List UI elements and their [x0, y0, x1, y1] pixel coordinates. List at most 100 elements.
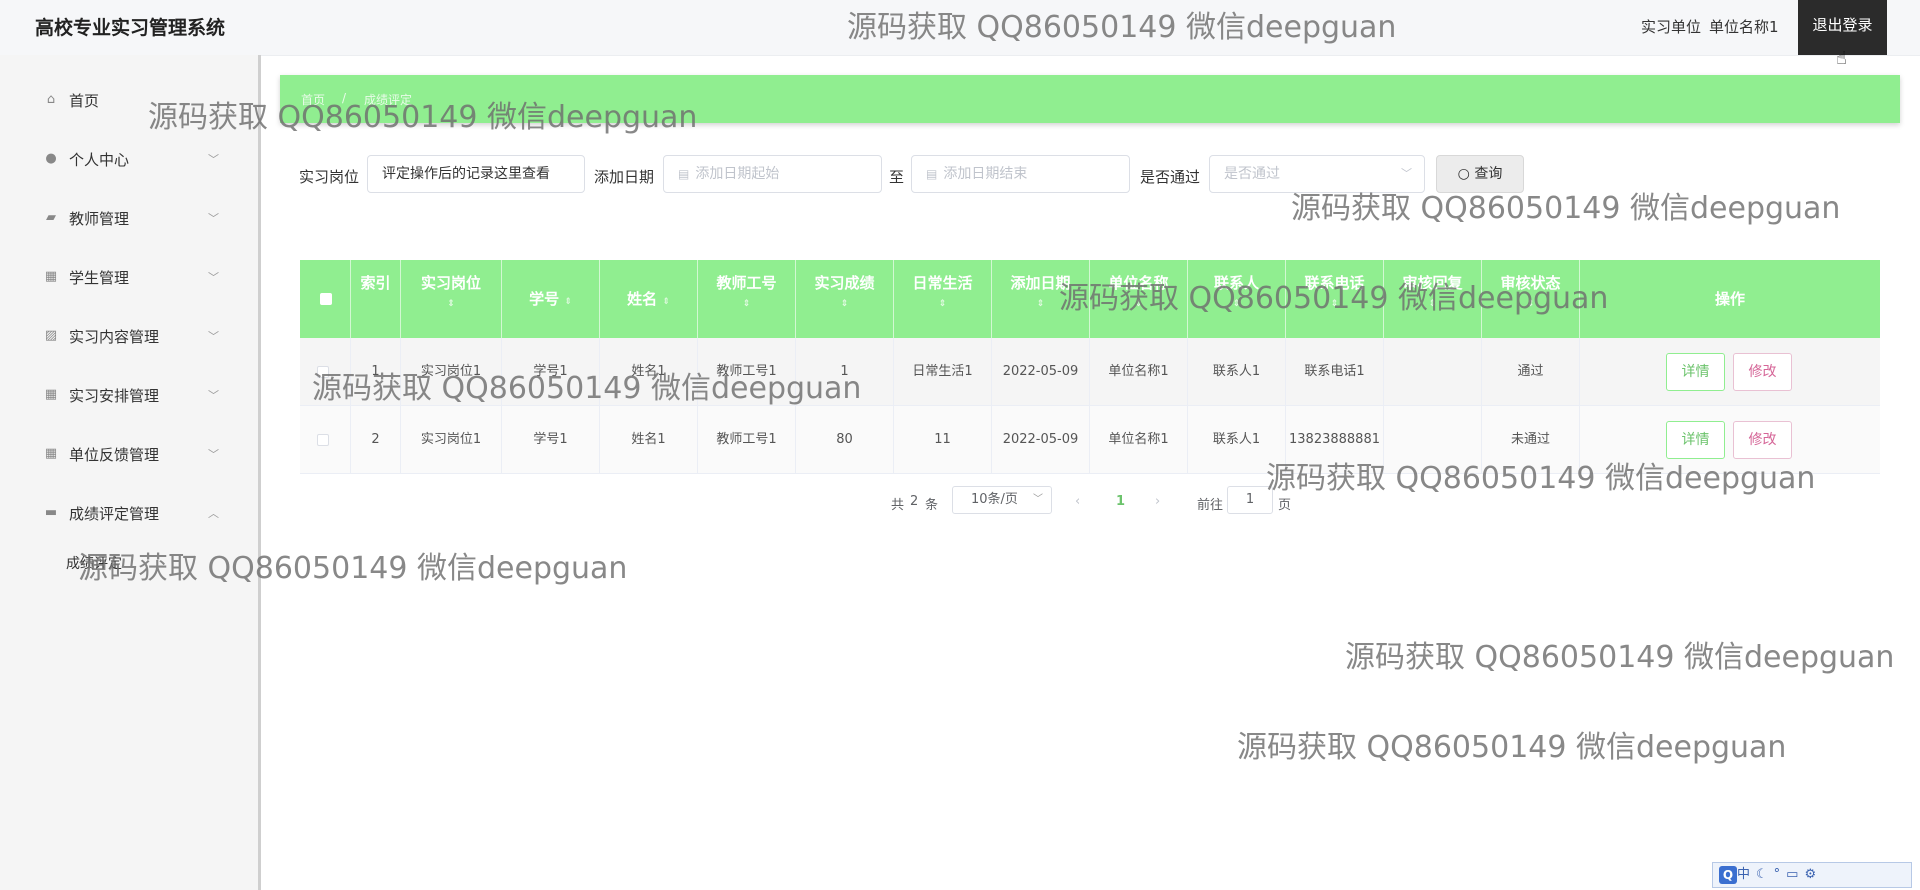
column-header-score[interactable]: 实习成绩 ⇕: [796, 260, 894, 338]
next-page-icon[interactable]: ›: [1155, 494, 1160, 509]
column-header-label: 联系人: [1213, 274, 1259, 292]
calendar-icon: ▤: [678, 167, 690, 181]
top-bar: 高校专业实习管理系统 实习单位 单位名称1 退出登录 ☝: [0, 0, 1920, 69]
detail-button[interactable]: 详情: [1666, 421, 1725, 459]
column-header-date[interactable]: 添加日期 ⇕: [992, 260, 1090, 338]
column-header-name[interactable]: 姓名 ⇕: [600, 260, 698, 338]
column-header-unit[interactable]: 单位名称 ⇕: [1090, 260, 1188, 338]
breadcrumb-home[interactable]: 首页: [301, 91, 325, 108]
column-header-phone[interactable]: 联系电话 ⇕: [1286, 260, 1384, 338]
sidebar-item-grading[interactable]: ▬ 成绩评定管理 ︿: [0, 493, 258, 533]
cell-date: 2022-05-09: [992, 406, 1090, 474]
sort-icon: ⇕: [662, 297, 670, 307]
cell-index: 2: [351, 406, 401, 474]
row-select-cell: [300, 338, 351, 406]
post-filter-input[interactable]: 评定操作后的记录这里查看: [367, 155, 585, 193]
date-filter-label: 添加日期: [594, 168, 655, 186]
edit-button[interactable]: 修改: [1733, 421, 1792, 459]
cell-status: 通过: [1482, 338, 1580, 406]
sidebar-item-label: 首页: [69, 91, 100, 110]
goto-page-input[interactable]: 1: [1227, 486, 1273, 514]
cell-post: 实习岗位1: [401, 338, 502, 406]
select-all-checkbox[interactable]: [320, 293, 332, 305]
page-size-select[interactable]: 10条/页 ﹀: [952, 486, 1052, 514]
page-number[interactable]: 1: [1116, 494, 1125, 509]
sidebar-subitem-grading[interactable]: 成绩评定: [66, 553, 122, 573]
column-header-ops: 操作: [1580, 260, 1880, 338]
sort-icon: ⇕: [1232, 299, 1241, 309]
pass-filter-label: 是否通过: [1140, 168, 1201, 186]
sidebar-item-feedback[interactable]: ▦ 单位反馈管理 ﹀: [0, 434, 258, 474]
cell-reply: [1384, 406, 1482, 474]
cell-post: 实习岗位1: [401, 406, 502, 474]
sort-icon: ⇕: [742, 299, 751, 309]
grid-icon: ▦: [44, 269, 58, 284]
column-header-student-no[interactable]: 学号 ⇕: [502, 260, 600, 338]
sidebar-item-label: 成绩评定管理: [69, 504, 160, 523]
breadcrumb-separator: /: [342, 91, 347, 105]
sidebar-item-label: 教师管理: [69, 209, 130, 228]
row-checkbox[interactable]: [317, 434, 329, 446]
user-role: 实习单位: [1641, 18, 1702, 36]
cell-student-no: 学号1: [502, 406, 600, 474]
cell-ops: [1580, 338, 1880, 406]
grid-icon: ▦: [44, 446, 58, 461]
ime-tool-icon: ⚙: [1804, 867, 1823, 882]
sort-icon: ⇕: [564, 297, 572, 307]
page-size-value: 10条/页: [971, 492, 1018, 507]
row-checkbox[interactable]: [317, 366, 329, 378]
select-all-cell: [300, 260, 351, 338]
user-name: 单位名称1: [1709, 18, 1779, 36]
pass-filter-select[interactable]: 是否通过 ﹀: [1209, 155, 1425, 193]
date-start-input[interactable]: ▤ 添加日期起始: [663, 155, 882, 193]
cell-unit: 单位名称1: [1090, 406, 1188, 474]
column-header-label: 联系电话: [1304, 274, 1365, 292]
cell-name: 姓名1: [600, 406, 698, 474]
column-header-teacher-no[interactable]: 教师工号 ⇕: [698, 260, 796, 338]
teacher-icon: ▰: [46, 210, 56, 225]
chevron-down-icon: ﹀: [208, 448, 219, 461]
cell-student-no: 学号1: [502, 338, 600, 406]
column-header-contact[interactable]: 联系人 ⇕: [1188, 260, 1286, 338]
sidebar-item-teachers[interactable]: ▰ 教师管理 ﹀: [0, 198, 258, 238]
sidebar-item-content[interactable]: ▨ 实习内容管理 ﹀: [0, 316, 258, 356]
cell-index: 1: [351, 338, 401, 406]
column-header-post[interactable]: 实习岗位 ⇕: [401, 260, 502, 338]
column-header-status[interactable]: 审核状态 ⇕: [1482, 260, 1580, 338]
cell-score: 80: [796, 406, 894, 474]
sidebar-item-students[interactable]: ▦ 学生管理 ﹀: [0, 257, 258, 297]
cell-name: 姓名1: [600, 338, 698, 406]
table-header: 索引 实习岗位 ⇕ 学号 ⇕ 姓名 ⇕ 教师工号 ⇕ 实习成绩 ⇕ 日常生活 ⇕ 添加日…: [300, 260, 1880, 338]
cell-daily: 11: [894, 406, 992, 474]
sort-icon: ⇕: [938, 299, 947, 309]
chevron-down-icon: ﹀: [1401, 167, 1412, 180]
column-header-daily[interactable]: 日常生活 ⇕: [894, 260, 992, 338]
sidebar-item-schedule[interactable]: ▦ 实习安排管理 ﹀: [0, 375, 258, 415]
breadcrumb: 首页 / 成绩评定: [280, 75, 1900, 123]
sort-icon: ⇕: [840, 299, 849, 309]
column-header-reply[interactable]: 审核回复 ⇕: [1384, 260, 1482, 338]
sidebar-item-home[interactable]: ⌂ 首页: [0, 80, 258, 120]
column-header-label: 添加日期: [1010, 274, 1071, 292]
date-end-input[interactable]: ▤ 添加日期结束: [911, 155, 1130, 193]
column-header-index[interactable]: 索引: [351, 260, 401, 338]
prev-page-icon[interactable]: ‹: [1075, 494, 1080, 509]
detail-button[interactable]: 详情: [1666, 353, 1725, 391]
ime-toolbar[interactable]: Q 中☾°▭⚙: [1712, 862, 1912, 888]
logout-button[interactable]: 退出登录: [1798, 0, 1887, 55]
sidebar-item-profile[interactable]: ● 个人中心 ﹀: [0, 139, 258, 179]
sort-icon: ⇕: [447, 299, 455, 309]
search-button-label: 查询: [1474, 166, 1503, 182]
column-header-label: 单位名称: [1108, 274, 1169, 292]
ime-keyboard-icon: ▭: [1786, 867, 1805, 882]
column-header-label: 审核状态: [1500, 274, 1561, 292]
edit-button[interactable]: 修改: [1733, 353, 1792, 391]
search-button[interactable]: ○ 查询: [1436, 155, 1524, 193]
table-row: 2 实习岗位1 学号1 姓名1 教师工号1 80 11 2022-05-09 单…: [300, 406, 1880, 474]
cell-reply: [1384, 338, 1482, 406]
cell-status: 未通过: [1482, 406, 1580, 474]
total-prefix: 共: [891, 498, 905, 513]
chevron-up-icon: ︿: [208, 507, 219, 520]
cell-unit: 单位名称1: [1090, 338, 1188, 406]
hand-cursor-icon: ☝: [1836, 48, 1847, 69]
